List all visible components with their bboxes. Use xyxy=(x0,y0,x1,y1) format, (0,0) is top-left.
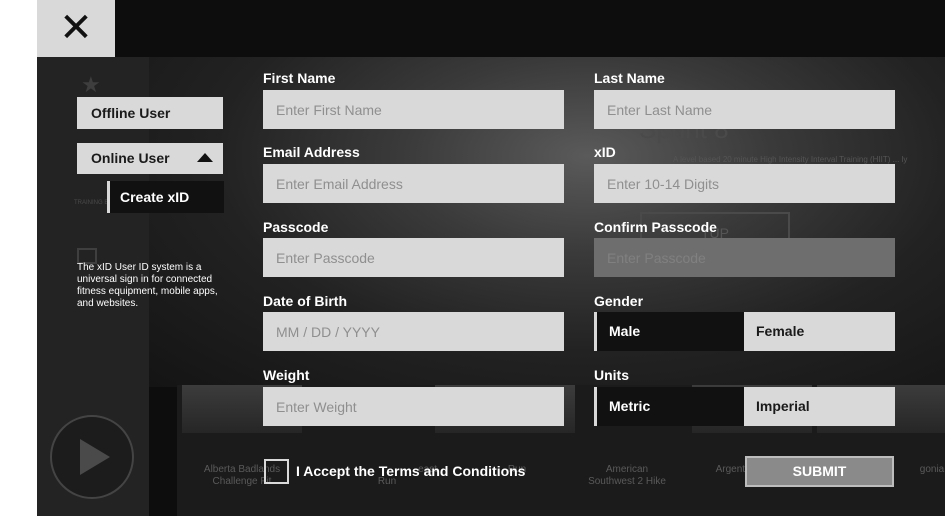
passcode-input[interactable] xyxy=(263,238,564,277)
xid-info-text: The xID User ID system is a universal si… xyxy=(77,262,218,309)
terms-label[interactable]: I Accept the Terms and Conditions xyxy=(296,463,525,479)
first-name-label: First Name xyxy=(263,70,336,86)
units-metric-option[interactable]: Metric xyxy=(594,387,744,426)
create-xid-button[interactable]: Create xID xyxy=(107,181,224,213)
online-user-button[interactable]: Online User xyxy=(77,143,223,174)
play-icon xyxy=(80,439,110,475)
confirm-passcode-label: Confirm Passcode xyxy=(594,219,717,235)
confirm-passcode-input[interactable] xyxy=(594,238,895,277)
xid-input[interactable] xyxy=(594,164,895,203)
close-icon: ✕ xyxy=(59,6,93,50)
email-input[interactable] xyxy=(263,164,564,203)
offline-user-button[interactable]: Offline User xyxy=(77,97,223,129)
workout-description: A level based 20 minute High Intensity I… xyxy=(673,155,908,164)
passcode-label: Passcode xyxy=(263,219,329,235)
units-label: Units xyxy=(594,367,629,383)
close-button[interactable]: ✕ xyxy=(37,0,115,57)
dob-label: Date of Birth xyxy=(263,293,347,309)
units-imperial-option[interactable]: Imperial xyxy=(744,387,895,426)
xid-label: xID xyxy=(594,144,616,160)
gender-label: Gender xyxy=(594,293,644,309)
terms-checkbox[interactable] xyxy=(264,459,289,484)
star-icon: ★ xyxy=(81,72,101,97)
dob-input[interactable] xyxy=(263,312,564,351)
play-button xyxy=(50,415,134,499)
weight-input[interactable] xyxy=(263,387,564,426)
submit-button[interactable]: SUBMIT xyxy=(745,456,894,487)
last-name-label: Last Name xyxy=(594,70,665,86)
gender-male-option[interactable]: Male xyxy=(594,312,744,351)
online-user-label: Online User xyxy=(91,150,170,166)
gender-female-option[interactable]: Female xyxy=(744,312,895,351)
weight-label: Weight xyxy=(263,367,310,383)
chevron-up-icon xyxy=(197,153,213,162)
email-label: Email Address xyxy=(263,144,360,160)
last-name-input[interactable] xyxy=(594,90,895,129)
first-name-input[interactable] xyxy=(263,90,564,129)
background-tile-label: American Southwest 2 Hike xyxy=(588,464,666,487)
background-tile-label: gonia xyxy=(919,464,945,475)
